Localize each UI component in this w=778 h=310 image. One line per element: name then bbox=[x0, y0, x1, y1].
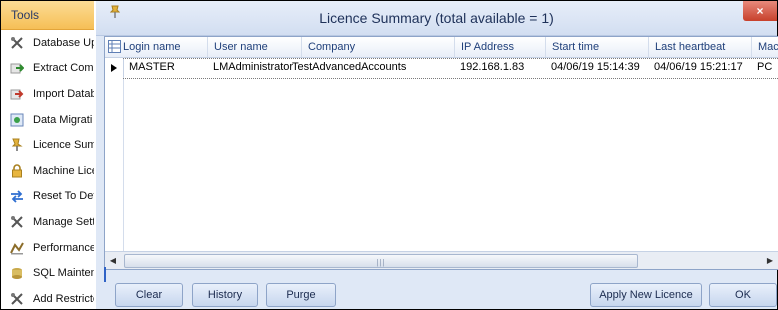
tool-item-database-upgrade[interactable]: Database Up bbox=[1, 30, 94, 56]
tool-item-performance[interactable]: Performance bbox=[1, 235, 94, 261]
tool-item-label: Add Restricte bbox=[33, 292, 94, 305]
import-arrow-icon bbox=[10, 87, 24, 101]
current-row-indicator-icon bbox=[105, 58, 124, 77]
grip-icon: ||| bbox=[376, 258, 386, 267]
pin-icon bbox=[10, 138, 24, 152]
cell-user-name[interactable]: LMAdministrator bbox=[207, 58, 293, 77]
tool-item-reset-to-default[interactable]: Reset To Def bbox=[1, 184, 94, 210]
dialog-title: Licence Summary (total available = 1) bbox=[319, 10, 554, 26]
crossed-tools-icon bbox=[10, 36, 24, 50]
tool-item-label: Database Up bbox=[33, 36, 94, 49]
apply-new-licence-button[interactable]: Apply New Licence bbox=[590, 283, 702, 307]
tool-item-add-restricted[interactable]: Add Restricte bbox=[1, 286, 94, 309]
tools-panel: Tools Database Up Extract Comp Import Da… bbox=[1, 1, 94, 309]
cell-machine[interactable]: PC bbox=[751, 58, 772, 77]
reset-arrows-icon bbox=[10, 189, 24, 203]
licence-grid[interactable]: Login name User name Company IP Address … bbox=[104, 36, 778, 270]
scrollbar-thumb[interactable]: ||| bbox=[124, 254, 638, 268]
cell-start-time[interactable]: 04/06/19 15:14:39 bbox=[545, 58, 640, 77]
tool-item-label: Machine Lice bbox=[33, 164, 94, 177]
column-header-ip-address[interactable]: IP Address bbox=[454, 37, 546, 57]
purge-button[interactable]: Purge bbox=[266, 283, 336, 307]
tool-item-extract-company[interactable]: Extract Comp bbox=[1, 56, 94, 82]
close-button[interactable]: × bbox=[743, 1, 777, 21]
column-header-login-name[interactable]: Login name bbox=[117, 37, 208, 57]
cell-login-name[interactable]: MASTER bbox=[123, 58, 175, 77]
column-header-machine[interactable]: Mac bbox=[751, 37, 778, 57]
ok-button[interactable]: OK bbox=[709, 283, 777, 307]
tool-item-machine-licence[interactable]: Machine Lice bbox=[1, 158, 94, 184]
tool-item-label: Reset To Def bbox=[33, 190, 94, 203]
tool-item-label: Licence Summ bbox=[33, 139, 94, 152]
sql-maintenance-icon bbox=[10, 266, 24, 280]
column-header-last-heartbeat[interactable]: Last heartbeat bbox=[648, 37, 752, 57]
tool-item-manage-settings[interactable]: Manage Sett bbox=[1, 209, 94, 235]
tool-item-label: Data Migrati bbox=[33, 113, 93, 126]
tool-item-label: Manage Sett bbox=[33, 215, 94, 228]
cell-last-heartbeat[interactable]: 04/06/19 15:21:17 bbox=[648, 58, 743, 77]
column-header-start-time[interactable]: Start time bbox=[545, 37, 648, 57]
tool-item-data-migration[interactable]: Data Migrati bbox=[1, 107, 94, 133]
cell-ip-address[interactable]: 192.168.1.83 bbox=[454, 58, 524, 77]
tool-item-label: Extract Comp bbox=[33, 62, 94, 75]
tool-item-label: Import Datab bbox=[33, 87, 94, 100]
grid-header: Login name User name Company IP Address … bbox=[105, 37, 778, 58]
extract-arrow-icon bbox=[10, 61, 24, 75]
performance-icon bbox=[10, 241, 24, 255]
focus-indicator bbox=[104, 267, 106, 282]
crossed-tools-icon bbox=[10, 215, 24, 229]
tools-header: Tools bbox=[1, 1, 94, 30]
tool-item-label: Performance bbox=[33, 241, 94, 254]
tool-item-sql-maintenance[interactable]: SQL Mainten bbox=[1, 260, 94, 286]
tool-item-label: SQL Mainten bbox=[33, 267, 94, 280]
cell-company[interactable]: TestAdvancedAccounts bbox=[286, 58, 406, 77]
column-header-user-name[interactable]: User name bbox=[207, 37, 300, 57]
tool-item-import-database[interactable]: Import Datab bbox=[1, 81, 94, 107]
data-migration-icon bbox=[10, 113, 24, 127]
scroll-right-icon[interactable]: ▶ bbox=[762, 252, 778, 269]
row-header-column bbox=[105, 57, 124, 269]
licence-summary-dialog: Licence Summary (total available = 1) × … bbox=[96, 1, 778, 309]
history-button[interactable]: History bbox=[192, 283, 258, 307]
tool-item-licence-summary[interactable]: Licence Summ bbox=[1, 132, 94, 158]
column-header-company[interactable]: Company bbox=[301, 37, 455, 57]
table-row[interactable]: MASTER LMAdministrator TestAdvancedAccou… bbox=[105, 58, 778, 79]
dialog-titlebar[interactable]: Licence Summary (total available = 1) × bbox=[96, 1, 777, 36]
clear-button[interactable]: Clear bbox=[115, 283, 183, 307]
scroll-left-icon[interactable]: ◀ bbox=[105, 252, 121, 269]
padlock-icon bbox=[10, 164, 24, 178]
horizontal-scrollbar[interactable]: ◀ ||| ▶ bbox=[105, 251, 778, 269]
crossed-tools-icon bbox=[10, 292, 24, 306]
